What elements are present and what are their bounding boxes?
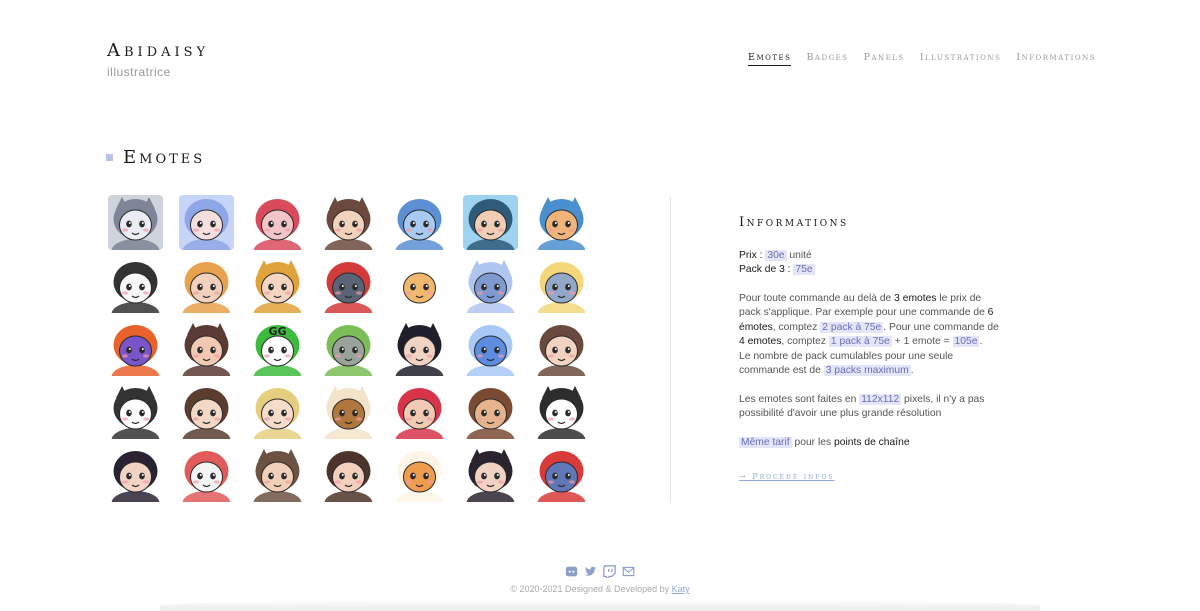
pack-label: Pack de 3 : xyxy=(739,264,791,275)
price-unit: unité xyxy=(789,249,812,261)
highlight: 3 packs maximum xyxy=(823,365,911,376)
emote-boy-crown[interactable] xyxy=(250,258,305,313)
price-block: Prix : 30e unité Pack de 3 : 75e xyxy=(739,249,999,278)
svg-text:GG: GG xyxy=(268,325,286,338)
emote-bird-hat[interactable] xyxy=(534,195,589,250)
title-marker xyxy=(106,154,113,161)
copyright: © 2020-2021 Designed & Developed by Katy xyxy=(0,584,1200,594)
text: . Pour une commande de xyxy=(883,321,999,333)
highlight: 1 pack à 75e xyxy=(828,336,892,347)
emote-blue-creature[interactable] xyxy=(392,195,447,250)
emote-shiba[interactable] xyxy=(392,258,447,313)
text: pour les xyxy=(791,436,834,448)
emote-house-ghost[interactable] xyxy=(108,321,163,376)
emote-heart-sign[interactable]: <3 xyxy=(250,195,305,250)
nav-emotes[interactable]: Emotes xyxy=(748,52,792,66)
text: . xyxy=(979,336,983,347)
emote-girl-blindfold[interactable] xyxy=(392,321,447,376)
emote-girl-flower[interactable] xyxy=(108,447,163,502)
emote-girl-hammer[interactable] xyxy=(534,321,589,376)
author-link[interactable]: Katy xyxy=(672,584,690,594)
text-strong: points de chaîne xyxy=(834,436,910,448)
twitter-icon[interactable] xyxy=(584,565,597,578)
emote-panda[interactable] xyxy=(108,384,163,439)
emote-cat-halo[interactable] xyxy=(534,258,589,313)
highlight: Même tarif xyxy=(739,436,792,448)
emote-girl-brown[interactable] xyxy=(321,195,376,250)
info-panel: Informations Prix : 30e unité Pack de 3 … xyxy=(739,215,999,485)
process-info-link[interactable]: → Procédé infos xyxy=(739,470,835,485)
page: Abidaisy illustratrice Emotes Badges Pan… xyxy=(0,0,1200,611)
info-title: Informations xyxy=(739,215,849,230)
nav-badges[interactable]: Badges xyxy=(806,52,848,66)
brand[interactable]: Abidaisy illustratrice xyxy=(107,40,209,79)
emote-panda-cry[interactable] xyxy=(534,384,589,439)
text: , comptez xyxy=(772,321,821,333)
emote-boy-heart[interactable] xyxy=(392,384,447,439)
text: + 1 emote = xyxy=(891,336,953,347)
emote-ghost[interactable] xyxy=(108,258,163,313)
highlight: 2 pack à 75e xyxy=(820,321,884,333)
emote-witch[interactable] xyxy=(179,384,234,439)
price-value: 30e xyxy=(765,249,787,261)
emote-totoro-leaf[interactable] xyxy=(321,321,376,376)
text-strong: 3 emotes xyxy=(894,292,937,304)
highlight: 112x112 xyxy=(859,393,902,405)
emote-penguin[interactable] xyxy=(321,258,376,313)
section-title-text: Emotes xyxy=(123,147,206,168)
svg-text:<3: <3 xyxy=(269,199,286,212)
pricing-paragraph: Pour toute commande au delà de 3 emotes … xyxy=(739,292,999,379)
emote-gg-cat[interactable]: GG xyxy=(250,321,305,376)
emote-grid: <3 GG xyxy=(108,195,600,502)
nav-informations[interactable]: Informations xyxy=(1016,52,1096,66)
emote-girl-crying[interactable] xyxy=(463,195,518,250)
mail-icon[interactable] xyxy=(622,565,635,578)
emote-girl-dark[interactable] xyxy=(463,447,518,502)
pack-value: 75e xyxy=(793,264,815,275)
twitch-icon[interactable] xyxy=(603,565,616,578)
emote-girl-pizza[interactable] xyxy=(463,384,518,439)
emote-hands[interactable] xyxy=(179,258,234,313)
emote-raccoon[interactable] xyxy=(108,195,163,250)
emote-fox-orange[interactable] xyxy=(392,447,447,502)
text-strong: 4 emotes xyxy=(739,336,782,347)
emote-girl-blue-hair[interactable] xyxy=(179,195,234,250)
text: . xyxy=(910,365,914,376)
text: Pour toute commande au delà de xyxy=(739,292,895,304)
highlight: 105e xyxy=(952,336,980,347)
emote-stitch[interactable] xyxy=(463,321,518,376)
text: Les emotes sont faites en xyxy=(739,393,860,405)
divider xyxy=(670,197,671,502)
text: , comptez xyxy=(781,336,829,347)
emote-boy-brown[interactable] xyxy=(250,447,305,502)
nav-illustrations[interactable]: Illustrations xyxy=(920,52,1002,66)
section-title: Emotes xyxy=(106,147,205,168)
emote-girl-straw[interactable] xyxy=(321,447,376,502)
emote-girl-laugh[interactable] xyxy=(179,321,234,376)
emote-wolf-wave[interactable] xyxy=(463,258,518,313)
emote-white-cat[interactable] xyxy=(179,447,234,502)
brand-name[interactable]: Abidaisy xyxy=(107,40,209,61)
emote-reindeer[interactable] xyxy=(534,447,589,502)
channel-points-paragraph: Même tarif pour les points de chaîne xyxy=(739,436,999,451)
nav-panels[interactable]: Panels xyxy=(864,52,905,66)
copyright-text: © 2020-2021 Designed & Developed by xyxy=(510,584,672,594)
price-label: Prix : xyxy=(739,249,763,261)
emote-girl-blonde[interactable] xyxy=(250,384,305,439)
bottom-shadow xyxy=(160,600,1040,611)
social-icons xyxy=(565,565,635,578)
brand-subtitle: illustratrice xyxy=(107,65,171,79)
emote-fox-mask[interactable] xyxy=(321,384,376,439)
resolution-paragraph: Les emotes sont faites en 112x112 pixels… xyxy=(739,393,999,422)
main-nav: Emotes Badges Panels Illustrations Infor… xyxy=(748,52,1096,66)
discord-icon[interactable] xyxy=(565,565,578,578)
